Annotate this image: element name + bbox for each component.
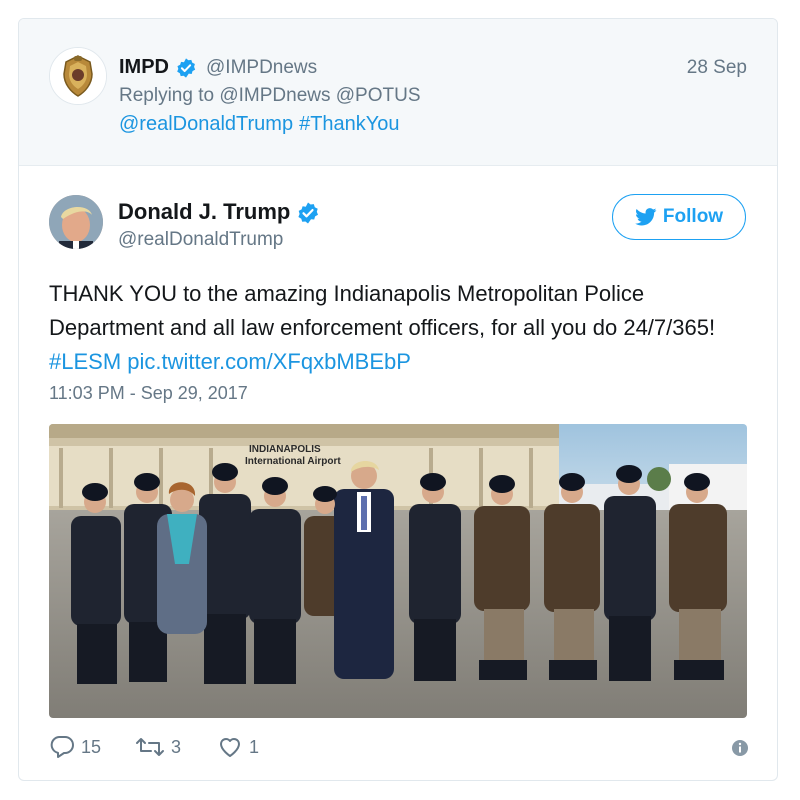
hashtag-link[interactable]: #ThankYou xyxy=(299,113,399,135)
tweet-photo[interactable]: INDIANAPOLIS International Airport xyxy=(49,424,747,718)
main-author-name-text[interactable]: Donald J. Trump xyxy=(118,199,290,224)
reply-icon xyxy=(50,736,74,758)
parent-tweet-date[interactable]: 28 Sep xyxy=(687,57,747,79)
main-author-name[interactable]: Donald J. Trump xyxy=(118,199,320,225)
tweet-text-body: THANK YOU to the amazing Indianapolis Me… xyxy=(49,281,716,340)
profile-photo xyxy=(49,195,103,249)
like-icon xyxy=(220,738,240,757)
retweet-action[interactable]: 3 xyxy=(135,735,181,759)
parent-author-name-text[interactable]: IMPD xyxy=(119,56,169,78)
tweet-timestamp[interactable]: 11:03 PM - Sep 29, 2017 xyxy=(49,383,248,404)
reply-count: 15 xyxy=(81,736,102,757)
parent-tweet-text: @realDonaldTrump #ThankYou xyxy=(119,113,406,136)
officers-group-photo: INDIANAPOLIS International Airport xyxy=(49,424,747,718)
bird-icon xyxy=(635,208,657,226)
retweet-count: 3 xyxy=(171,736,182,757)
verified-icon xyxy=(298,202,319,224)
info-icon[interactable] xyxy=(731,739,749,757)
trump-avatar[interactable] xyxy=(49,195,103,249)
police-badge-logo xyxy=(50,48,106,104)
pic-link[interactable]: pic.twitter.com/XFqxbMBEbP xyxy=(127,349,411,374)
impd-avatar[interactable] xyxy=(49,47,107,105)
like-action[interactable]: 1 xyxy=(217,735,259,759)
embedded-tweet-card: IMPD @IMPDnews 28 Sep Replying to @IMPDn… xyxy=(18,18,778,781)
verified-icon xyxy=(176,58,195,78)
follow-button[interactable]: Follow xyxy=(612,194,746,240)
retweet-icon xyxy=(136,738,164,756)
parent-author-name[interactable]: IMPD xyxy=(119,56,197,79)
mention-link[interactable]: @realDonaldTrump xyxy=(119,113,293,135)
main-author-handle[interactable]: @realDonaldTrump xyxy=(118,229,283,251)
parent-tweet[interactable]: IMPD @IMPDnews 28 Sep Replying to @IMPDn… xyxy=(19,19,777,166)
replying-to-line: Replying to @IMPDnews @POTUS xyxy=(119,85,421,106)
svg-text:International Airport: International Airport xyxy=(245,456,341,467)
like-count: 1 xyxy=(249,736,260,757)
parent-author-handle[interactable]: @IMPDnews xyxy=(206,57,317,79)
hashtag-link[interactable]: #LESM xyxy=(49,349,121,374)
sign-text: INDIANAPOLIS xyxy=(249,444,321,455)
tweet-actions: 15 3 1 xyxy=(49,735,749,763)
tweet-text: THANK YOU to the amazing Indianapolis Me… xyxy=(49,277,749,379)
reply-action[interactable]: 15 xyxy=(49,735,101,759)
follow-label[interactable]: Follow xyxy=(663,206,723,228)
